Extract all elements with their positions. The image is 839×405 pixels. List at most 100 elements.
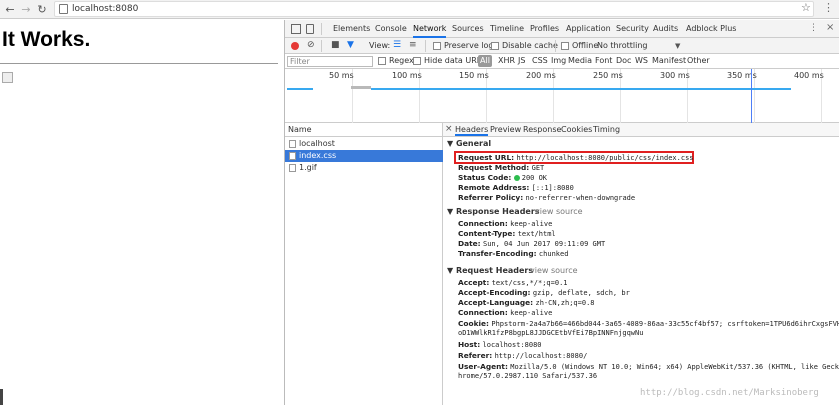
tick-label: 250 ms xyxy=(593,71,623,80)
filter-bar: Filter Regex Hide data URLs All XHR JS C… xyxy=(285,54,839,69)
forward-arrow-icon[interactable]: → xyxy=(19,2,33,16)
tab-adblock-plus[interactable]: Adblock Plus xyxy=(686,20,736,38)
record-icon[interactable] xyxy=(291,42,299,50)
disable-cache-label: Disable cache xyxy=(502,41,558,50)
request-row[interactable]: 1.gif xyxy=(285,162,443,174)
header-value: text/html xyxy=(517,230,556,238)
network-overview[interactable]: 50 ms 100 ms 150 ms 200 ms 250 ms 300 ms… xyxy=(285,69,839,123)
filter-icon[interactable]: ▼ xyxy=(347,40,354,50)
page-divider xyxy=(0,63,278,64)
back-arrow-icon[interactable]: ← xyxy=(3,2,17,16)
throttling-select[interactable]: No throttling xyxy=(597,41,648,50)
capture-screenshots-icon[interactable]: ■ xyxy=(331,40,340,50)
header-key: Connection: xyxy=(458,308,508,317)
header-value: gzip, deflate, sdch, br xyxy=(532,289,630,297)
filter-type-other[interactable]: Other xyxy=(687,56,710,65)
filter-type-xhr[interactable]: XHR xyxy=(498,56,515,65)
offline-checkbox[interactable] xyxy=(561,42,569,50)
request-method-row: Request Method: GET xyxy=(458,163,544,172)
close-icon[interactable]: × xyxy=(826,22,834,33)
request-row[interactable]: localhost xyxy=(285,138,443,150)
address-bar[interactable]: localhost:8080 xyxy=(54,1,814,17)
cookie-continuation: oD1WWlkR1fzP8bgpL8JJDGCEtbVfEi7BpINNFnjg… xyxy=(458,329,644,337)
filter-type-doc[interactable]: Doc xyxy=(616,56,631,65)
filter-type-font[interactable]: Font xyxy=(595,56,612,65)
tab-sources[interactable]: Sources xyxy=(452,20,484,38)
divider xyxy=(321,23,322,35)
referrer-policy-value: no-referrer-when-downgrade xyxy=(525,194,636,202)
tab-cookies[interactable]: Cookies xyxy=(561,125,592,134)
header-key: Host: xyxy=(458,340,481,349)
preserve-log-checkbox[interactable] xyxy=(433,42,441,50)
tab-headers[interactable]: Headers xyxy=(455,125,489,136)
filter-type-manifest[interactable]: Manifest xyxy=(652,56,686,65)
device-toolbar-icon[interactable] xyxy=(306,24,314,34)
filter-type-ws[interactable]: WS xyxy=(635,56,648,65)
detail-tab-bar: × Headers Preview Response Cookies Timin… xyxy=(443,123,839,137)
request-headers-toggle[interactable]: ▼ Request Headers xyxy=(447,266,533,275)
general-section-toggle[interactable]: ▼ General xyxy=(447,139,491,148)
header-key: Remote Address: xyxy=(458,183,530,192)
name-column-header[interactable]: Name xyxy=(285,123,443,137)
header-key: Date: xyxy=(458,239,481,248)
scroll-marker xyxy=(0,389,3,405)
tab-security[interactable]: Security xyxy=(616,20,649,38)
page-heading: It Works. xyxy=(2,28,91,51)
waterfall-bar xyxy=(371,88,791,90)
more-options-icon[interactable]: ⋮ xyxy=(809,23,818,33)
view-source-link[interactable]: view source xyxy=(530,266,578,275)
referrer-policy-row: Referrer Policy: no-referrer-when-downgr… xyxy=(458,193,635,202)
filter-type-all[interactable]: All xyxy=(478,55,492,67)
chevron-down-icon[interactable]: ▼ xyxy=(675,42,680,50)
header-key: Status Code: xyxy=(458,173,512,182)
status-code-value: 200 OK xyxy=(521,174,548,182)
divider xyxy=(425,40,426,52)
large-rows-icon[interactable]: ☰ xyxy=(393,40,401,50)
tab-profiles[interactable]: Profiles xyxy=(530,20,559,38)
tab-console[interactable]: Console xyxy=(375,20,407,38)
disable-cache-checkbox[interactable] xyxy=(491,42,499,50)
request-detail-panel: × Headers Preview Response Cookies Timin… xyxy=(443,123,839,405)
filter-type-media[interactable]: Media xyxy=(568,56,592,65)
reload-icon[interactable]: ↻ xyxy=(35,2,49,16)
page-viewport: It Works. xyxy=(0,20,284,405)
tab-audits[interactable]: Audits xyxy=(653,20,678,38)
filter-input[interactable]: Filter xyxy=(287,56,373,67)
overview-icon[interactable]: ≡ xyxy=(409,40,417,50)
clear-icon[interactable]: ⊘ xyxy=(307,40,315,50)
header-value: zh-CN,zh;q=0.8 xyxy=(535,299,595,307)
tab-timeline[interactable]: Timeline xyxy=(490,20,524,38)
preserve-log-label: Preserve log xyxy=(444,41,494,50)
status-ok-icon xyxy=(513,174,520,181)
tab-network[interactable]: Network xyxy=(413,20,447,38)
load-event-marker xyxy=(751,69,752,123)
request-url-value: http://localhost:8080/public/css/index.c… xyxy=(516,154,694,162)
tab-preview[interactable]: Preview xyxy=(490,125,521,134)
tick-label: 400 ms xyxy=(794,71,824,80)
host-row: Host: localhost:8080 xyxy=(458,340,542,349)
tab-elements[interactable]: Elements xyxy=(333,20,370,38)
header-value: keep-alive xyxy=(510,220,553,228)
watermark: http://blog.csdn.net/Marksinoberg xyxy=(640,388,819,398)
stylesheet-icon xyxy=(289,152,296,160)
regex-checkbox[interactable] xyxy=(378,57,386,65)
kebab-menu-icon[interactable]: ⋮ xyxy=(823,1,834,14)
close-icon[interactable]: × xyxy=(445,124,453,134)
request-name: index.css xyxy=(299,151,337,160)
star-icon[interactable]: ☆ xyxy=(801,1,811,14)
hide-data-urls-checkbox[interactable] xyxy=(413,57,421,65)
tab-application[interactable]: Application xyxy=(566,20,611,38)
response-headers-toggle[interactable]: ▼ Response Headers xyxy=(447,207,540,216)
filter-type-css[interactable]: CSS xyxy=(532,56,548,65)
inspect-element-icon[interactable] xyxy=(291,24,301,34)
request-row[interactable]: index.css xyxy=(285,150,443,162)
referer-row: Referer: http://localhost:8080/ xyxy=(458,351,587,360)
filter-type-js[interactable]: JS xyxy=(518,56,525,65)
tab-timing[interactable]: Timing xyxy=(593,125,620,134)
view-source-link[interactable]: view source xyxy=(535,207,583,216)
response-headers-title: Response Headers xyxy=(455,207,540,216)
filter-type-img[interactable]: Img xyxy=(551,56,566,65)
accept-encoding-row: Accept-Encoding: gzip, deflate, sdch, br xyxy=(458,288,630,297)
header-key: Referer: xyxy=(458,351,493,360)
tab-response[interactable]: Response xyxy=(523,125,561,134)
